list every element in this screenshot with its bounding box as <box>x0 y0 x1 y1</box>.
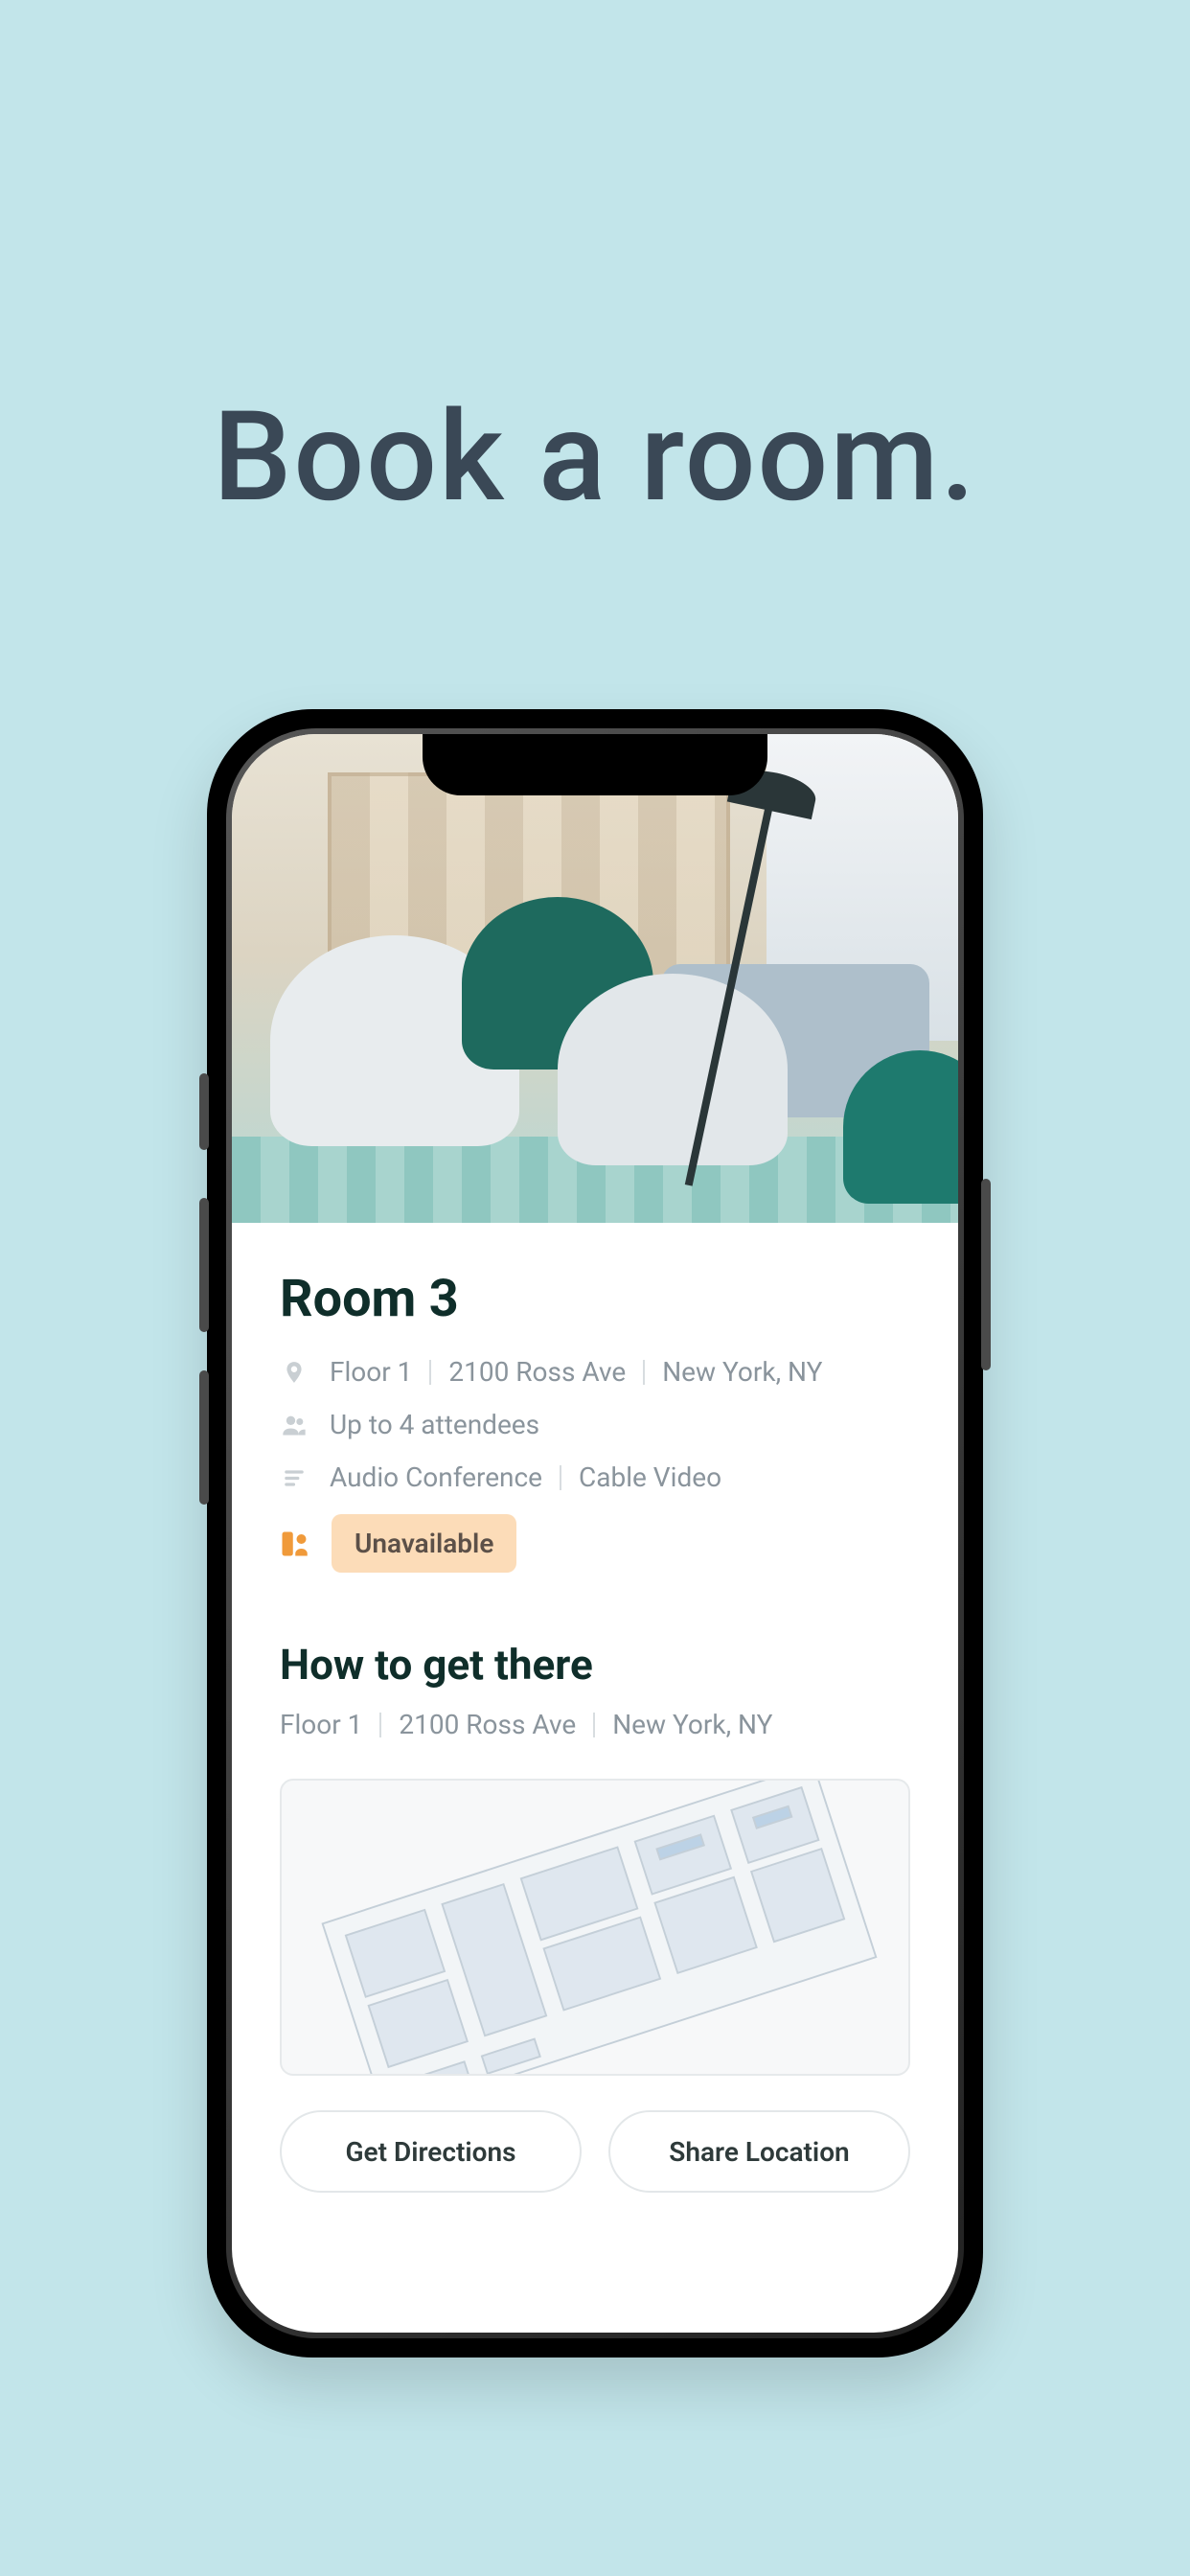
share-location-button[interactable]: Share Location <box>608 2110 910 2193</box>
separator <box>643 1360 645 1385</box>
phone-frame: Room 3 Floor 1 2100 Ross Ave New York, N… <box>207 709 983 2358</box>
room-status-row: Unavailable <box>280 1514 910 1573</box>
location-floor: Floor 1 <box>280 1709 362 1740</box>
capacity-text: Up to 4 attendees <box>330 1409 539 1440</box>
phone-notch <box>423 734 767 795</box>
room-capacity-row: Up to 4 attendees <box>280 1409 910 1440</box>
location-address: 2100 Ross Ave <box>399 1709 576 1740</box>
room-location-row: Floor 1 2100 Ross Ave New York, NY <box>280 1356 910 1388</box>
separator <box>379 1713 381 1737</box>
location-floor: Floor 1 <box>330 1356 412 1388</box>
room-title: Room 3 <box>280 1269 910 1329</box>
get-directions-button[interactable]: Get Directions <box>280 2110 582 2193</box>
marketing-headline: Book a room. <box>0 383 1190 530</box>
phone-side-button <box>199 1370 209 1505</box>
people-icon <box>280 1411 309 1439</box>
list-icon <box>280 1463 309 1492</box>
phone-side-button <box>199 1198 209 1332</box>
amenity-item: Cable Video <box>579 1461 721 1493</box>
separator <box>593 1713 595 1737</box>
directions-location-row: Floor 1 2100 Ross Ave New York, NY <box>280 1709 910 1740</box>
availability-icon <box>280 1530 309 1558</box>
amenity-item: Audio Conference <box>330 1461 542 1493</box>
floorplan-map[interactable] <box>280 1779 910 2076</box>
directions-heading: How to get there <box>280 1640 910 1690</box>
separator <box>560 1465 561 1490</box>
room-details: Room 3 Floor 1 2100 Ross Ave New York, N… <box>232 1223 958 2193</box>
room-photo <box>232 734 958 1223</box>
location-pin-icon <box>280 1358 309 1387</box>
room-amenities-row: Audio Conference Cable Video <box>280 1461 910 1493</box>
status-badge: Unavailable <box>332 1514 516 1573</box>
location-city: New York, NY <box>662 1356 822 1388</box>
separator <box>429 1360 431 1385</box>
location-address: 2100 Ross Ave <box>448 1356 626 1388</box>
phone-side-button <box>199 1073 209 1150</box>
phone-screen: Room 3 Floor 1 2100 Ross Ave New York, N… <box>232 734 958 2333</box>
location-city: New York, NY <box>612 1709 772 1740</box>
phone-side-button <box>981 1179 991 1370</box>
directions-actions: Get Directions Share Location <box>280 2110 910 2193</box>
